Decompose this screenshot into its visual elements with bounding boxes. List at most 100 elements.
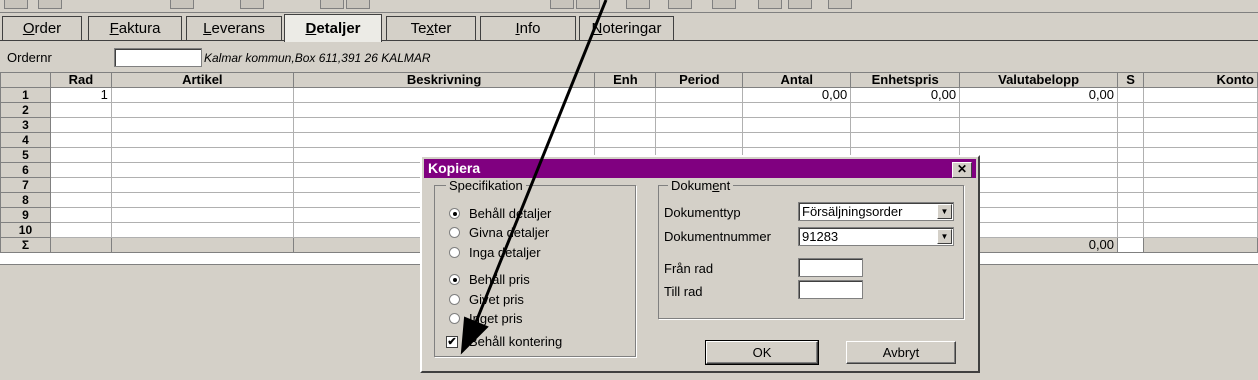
cell[interactable] — [742, 102, 852, 118]
col-header-antal[interactable]: Antal — [742, 72, 852, 88]
cancel-button[interactable]: Avbryt — [846, 341, 956, 364]
tab-noteringar[interactable]: Noteringar — [579, 16, 674, 40]
cell[interactable] — [1117, 222, 1145, 238]
cell[interactable] — [1117, 117, 1145, 133]
cell[interactable] — [110, 207, 294, 223]
cell[interactable] — [742, 117, 852, 133]
tab-order[interactable]: Order — [2, 16, 82, 40]
cell-beskrivning[interactable] — [292, 87, 596, 103]
cell[interactable] — [1143, 117, 1258, 133]
cell[interactable] — [959, 117, 1119, 133]
cell[interactable] — [959, 192, 1119, 208]
cell[interactable] — [49, 192, 112, 208]
row-number[interactable]: 10 — [0, 222, 51, 238]
cell[interactable] — [1117, 147, 1145, 163]
cell[interactable] — [49, 222, 112, 238]
cell[interactable] — [1143, 102, 1258, 118]
from-row-input[interactable] — [798, 258, 863, 277]
cell[interactable] — [110, 222, 294, 238]
radio-behall-detaljer[interactable] — [449, 208, 460, 219]
cell[interactable] — [49, 207, 112, 223]
radio-givna-detaljer[interactable] — [449, 227, 460, 238]
table-row[interactable]: 2 — [0, 102, 1258, 118]
col-header-konto[interactable]: Konto — [1143, 72, 1258, 88]
toolbar-button[interactable] — [38, 0, 62, 9]
row-number[interactable]: 6 — [0, 162, 51, 178]
cell[interactable] — [1117, 102, 1145, 118]
cell[interactable] — [959, 162, 1119, 178]
corner-cell[interactable] — [0, 72, 51, 88]
cell[interactable] — [959, 147, 1119, 163]
cell[interactable] — [655, 132, 744, 148]
ok-button[interactable]: OK — [705, 340, 819, 365]
toolbar-button[interactable] — [758, 0, 782, 9]
col-header-beskrivning[interactable]: Beskrivning — [292, 72, 596, 88]
cell[interactable] — [110, 177, 294, 193]
cell[interactable] — [49, 117, 112, 133]
doctype-select[interactable]: Försäljningsorder ▼ — [798, 202, 954, 221]
row-number[interactable]: 9 — [0, 207, 51, 223]
cell-rad[interactable]: 1 — [49, 87, 112, 103]
table-row[interactable]: 1 1 0,00 0,00 0,00 — [0, 87, 1258, 103]
col-header-rad[interactable]: Rad — [49, 72, 112, 88]
cell[interactable] — [1143, 222, 1258, 238]
toolbar-button[interactable] — [346, 0, 370, 9]
cell[interactable] — [1143, 162, 1258, 178]
cell[interactable] — [1117, 162, 1145, 178]
cell[interactable] — [49, 162, 112, 178]
dialog-title-bar[interactable]: Kopiera ✕ — [424, 159, 976, 178]
cell[interactable] — [1143, 147, 1258, 163]
cell[interactable] — [110, 147, 294, 163]
tab-texter[interactable]: Texter — [386, 16, 476, 40]
cell[interactable] — [959, 177, 1119, 193]
checkbox-behall-kontering[interactable]: ✔ — [446, 336, 458, 348]
cell[interactable] — [49, 132, 112, 148]
tab-info[interactable]: Info — [480, 16, 576, 40]
toolbar-button[interactable] — [576, 0, 600, 9]
cell-valutabelopp[interactable]: 0,00 — [959, 87, 1119, 103]
cell[interactable] — [850, 132, 961, 148]
cell-artikel[interactable] — [110, 87, 294, 103]
cell[interactable] — [655, 117, 744, 133]
col-header-enh[interactable]: Enh — [594, 72, 657, 88]
cell[interactable] — [1117, 132, 1145, 148]
toolbar-button[interactable] — [828, 0, 852, 9]
col-header-valutabelopp[interactable]: Valutabelopp — [959, 72, 1119, 88]
cell[interactable] — [292, 117, 596, 133]
toolbar-button[interactable] — [668, 0, 692, 9]
toolbar-button[interactable] — [626, 0, 650, 9]
cell-s[interactable] — [1117, 87, 1145, 103]
row-number[interactable]: 2 — [0, 102, 51, 118]
cell[interactable] — [594, 117, 657, 133]
col-header-s[interactable]: S — [1117, 72, 1145, 88]
cell[interactable] — [655, 102, 744, 118]
to-row-input[interactable] — [798, 280, 863, 299]
row-number[interactable]: 8 — [0, 192, 51, 208]
cell[interactable] — [959, 207, 1119, 223]
cell[interactable] — [49, 177, 112, 193]
cell-antal[interactable]: 0,00 — [742, 87, 852, 103]
col-header-artikel[interactable]: Artikel — [110, 72, 294, 88]
cell[interactable] — [1117, 192, 1145, 208]
cell[interactable] — [1143, 132, 1258, 148]
radio-givet-pris[interactable] — [449, 294, 460, 305]
toolbar-button[interactable] — [240, 0, 264, 9]
cell[interactable] — [292, 102, 596, 118]
tab-detaljer[interactable]: Detaljer — [284, 14, 382, 42]
row-number[interactable]: 5 — [0, 147, 51, 163]
radio-inga-detaljer[interactable] — [449, 247, 460, 258]
cell[interactable] — [742, 132, 852, 148]
cell[interactable] — [1143, 177, 1258, 193]
ordernr-input[interactable] — [114, 48, 202, 67]
cell[interactable] — [110, 192, 294, 208]
col-header-enhetspris[interactable]: Enhetspris — [850, 72, 961, 88]
cell[interactable] — [594, 132, 657, 148]
toolbar-button[interactable] — [4, 0, 28, 9]
cell-enh[interactable] — [594, 87, 657, 103]
row-number[interactable]: 7 — [0, 177, 51, 193]
cell[interactable] — [1143, 192, 1258, 208]
chevron-down-icon[interactable]: ▼ — [937, 204, 952, 219]
toolbar-button[interactable] — [788, 0, 812, 9]
radio-behall-pris[interactable] — [449, 274, 460, 285]
cell[interactable] — [110, 117, 294, 133]
